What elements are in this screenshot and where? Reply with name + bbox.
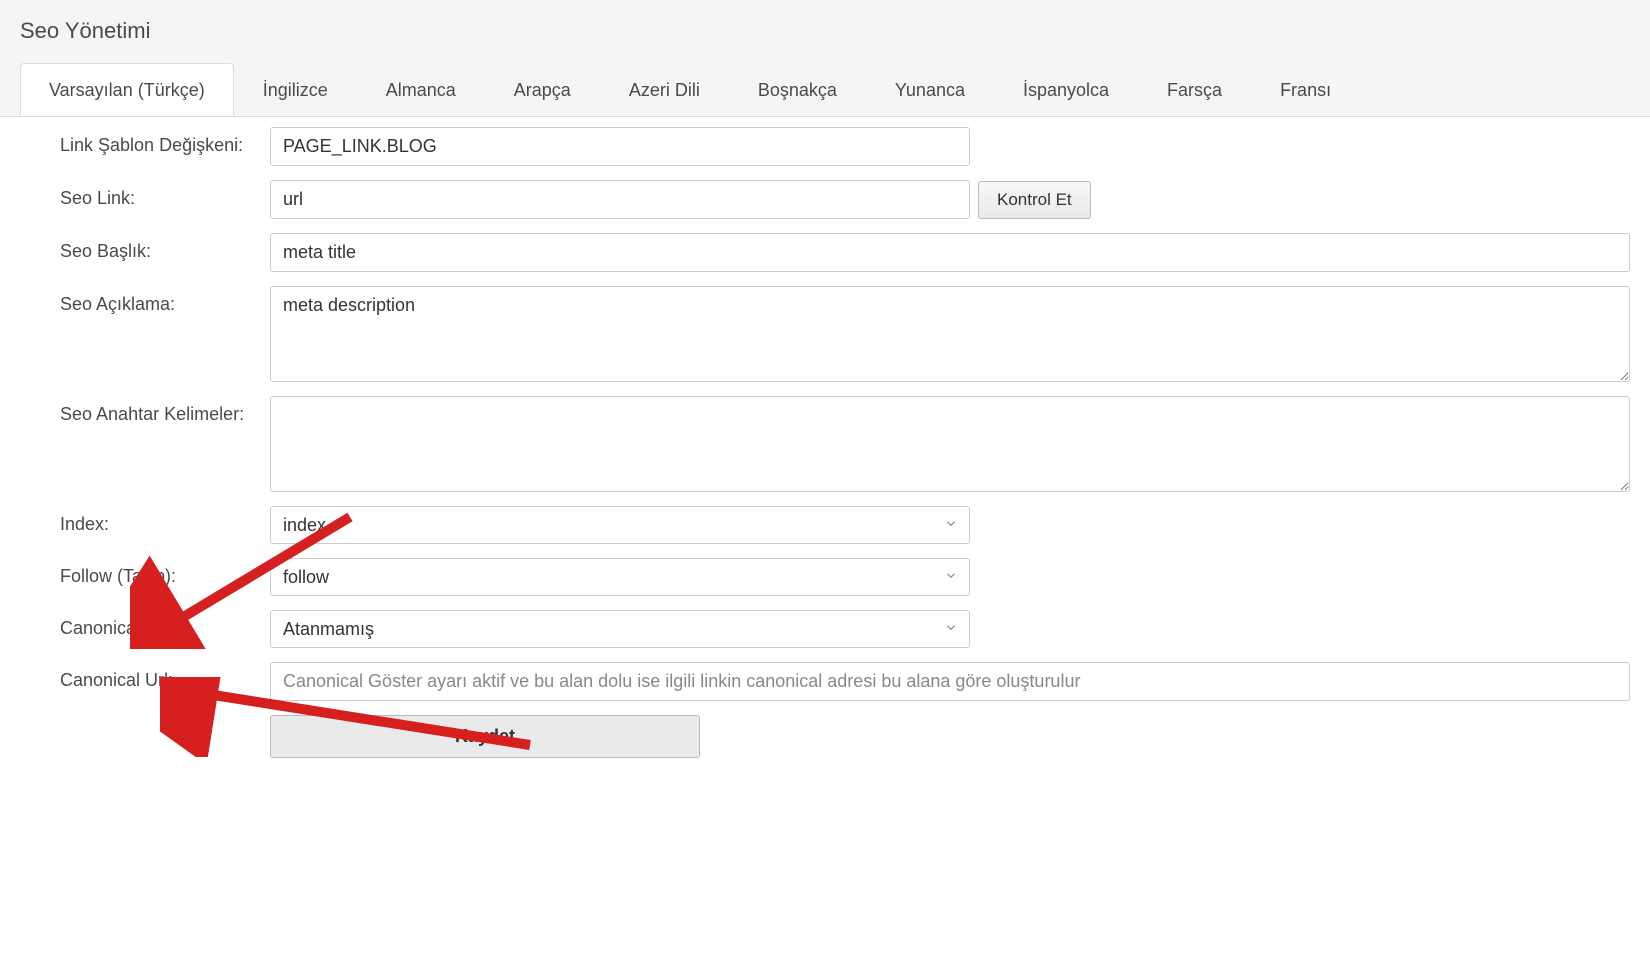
tab-label: Fransı <box>1280 80 1331 100</box>
tab-label: İngilizce <box>263 80 328 100</box>
tab-default-tr[interactable]: Varsayılan (Türkçe) <box>20 63 234 116</box>
label-seo-description: Seo Açıklama: <box>60 286 270 315</box>
row-index: Index: index <box>60 506 1630 544</box>
seo-form: Link Şablon Değişkeni: Seo Link: Kontrol… <box>0 117 1650 802</box>
row-seo-description: Seo Açıklama: meta description <box>60 286 1630 382</box>
tab-label: Almanca <box>386 80 456 100</box>
label-follow: Follow (Takip): <box>60 558 270 587</box>
label-seo-title: Seo Başlık: <box>60 233 270 262</box>
select-index[interactable]: index <box>270 506 970 544</box>
tab-en[interactable]: İngilizce <box>234 63 357 116</box>
label-canonical-url: Canonical Url: <box>60 662 270 691</box>
label-seo-link: Seo Link: <box>60 180 270 209</box>
row-seo-title: Seo Başlık: <box>60 233 1630 272</box>
tab-el[interactable]: Yunanca <box>866 63 994 116</box>
tab-de[interactable]: Almanca <box>357 63 485 116</box>
tab-label: Yunanca <box>895 80 965 100</box>
check-link-button[interactable]: Kontrol Et <box>978 181 1091 219</box>
select-canonical[interactable]: Atanmamış <box>270 610 970 648</box>
textarea-seo-description[interactable]: meta description <box>270 286 1630 382</box>
input-seo-link[interactable] <box>270 180 970 219</box>
page-title: Seo Yönetimi <box>20 18 1630 44</box>
label-seo-keywords: Seo Anahtar Kelimeler: <box>60 396 270 425</box>
tab-fr[interactable]: Fransı <box>1251 63 1360 116</box>
row-seo-link: Seo Link: Kontrol Et <box>60 180 1630 219</box>
tab-label: Farsça <box>1167 80 1222 100</box>
tab-label: Boşnakça <box>758 80 837 100</box>
row-canonical: Canonical: Atanmamış <box>60 610 1630 648</box>
input-link-template[interactable] <box>270 127 970 166</box>
textarea-seo-keywords[interactable] <box>270 396 1630 492</box>
tab-bs[interactable]: Boşnakça <box>729 63 866 116</box>
tab-label: Varsayılan (Türkçe) <box>49 80 205 100</box>
row-follow: Follow (Takip): follow <box>60 558 1630 596</box>
page-header: Seo Yönetimi Varsayılan (Türkçe) İngiliz… <box>0 0 1650 117</box>
input-seo-title[interactable] <box>270 233 1630 272</box>
save-button[interactable]: Kaydet <box>270 715 700 758</box>
tab-label: Arapça <box>514 80 571 100</box>
row-canonical-url: Canonical Url: <box>60 662 1630 701</box>
label-empty <box>60 715 270 723</box>
label-link-template: Link Şablon Değişkeni: <box>60 127 270 156</box>
row-save: Kaydet <box>60 715 1630 758</box>
select-follow[interactable]: follow <box>270 558 970 596</box>
label-index: Index: <box>60 506 270 535</box>
input-canonical-url[interactable] <box>270 662 1630 701</box>
label-canonical: Canonical: <box>60 610 270 639</box>
tab-fa[interactable]: Farsça <box>1138 63 1251 116</box>
language-tabs: Varsayılan (Türkçe) İngilizce Almanca Ar… <box>20 62 1630 116</box>
row-seo-keywords: Seo Anahtar Kelimeler: <box>60 396 1630 492</box>
tab-ar[interactable]: Arapça <box>485 63 600 116</box>
row-link-template: Link Şablon Değişkeni: <box>60 127 1630 166</box>
tab-label: Azeri Dili <box>629 80 700 100</box>
tab-es[interactable]: İspanyolca <box>994 63 1138 116</box>
tab-az[interactable]: Azeri Dili <box>600 63 729 116</box>
tab-label: İspanyolca <box>1023 80 1109 100</box>
